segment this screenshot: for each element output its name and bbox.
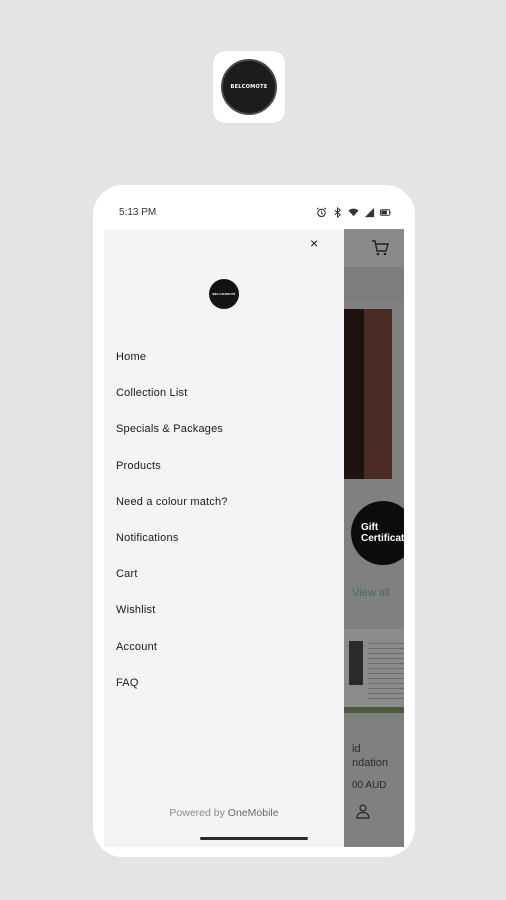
wishlist-heart-icon[interactable]: ♡: [390, 711, 401, 725]
powered-by-brand: OneMobile: [227, 807, 279, 819]
powered-by-footer: Powered by OneMobile: [104, 807, 344, 819]
view-all-link[interactable]: View all: [352, 587, 390, 599]
product-price: 00 AUD: [352, 780, 387, 791]
menu-item-colour-match[interactable]: Need a colour match?: [116, 484, 336, 520]
menu-item-wishlist[interactable]: Wishlist: [116, 592, 336, 628]
gift-certificate-badge: Gift Certificat: [351, 501, 404, 565]
menu-item-specials-packages[interactable]: Specials & Packages: [116, 411, 336, 447]
product-name-line-1: id: [352, 743, 361, 755]
menu-item-products[interactable]: Products: [116, 448, 336, 484]
phone-frame: 5:13 PM Gift Certificat View all ♡ id nd…: [93, 185, 415, 857]
app-screen: Gift Certificat View all ♡ id ndation 00…: [104, 229, 404, 847]
app-icon: BELCOMOTE: [213, 51, 285, 123]
home-indicator[interactable]: [200, 837, 308, 840]
menu-item-account[interactable]: Account: [116, 629, 336, 665]
close-drawer-button[interactable]: ×: [310, 235, 318, 251]
signal-icon: [364, 207, 375, 217]
status-bar: 5:13 PM: [119, 205, 391, 219]
menu-item-collection-list[interactable]: Collection List: [116, 375, 336, 411]
battery-icon: [380, 208, 391, 216]
menu-item-cart[interactable]: Cart: [116, 556, 336, 592]
powered-by-text: Powered by: [169, 807, 225, 819]
alarm-icon: [316, 207, 327, 217]
bg-product-image: [344, 629, 404, 713]
drawer-logo-text: BELCOMOTE: [212, 292, 236, 296]
drawer-menu: Home Collection List Specials & Packages…: [116, 339, 336, 701]
user-icon[interactable]: [355, 803, 371, 819]
menu-item-notifications[interactable]: Notifications: [116, 520, 336, 556]
navigation-drawer: × BELCOMOTE Home Collection List Special…: [104, 229, 344, 847]
status-icons: [316, 206, 391, 218]
gift-line-1: Gift: [361, 522, 379, 533]
wifi-icon: [348, 208, 359, 216]
menu-item-home[interactable]: Home: [116, 339, 336, 375]
bluetooth-icon: [334, 206, 342, 218]
logo-text: BELCOMOTE: [230, 84, 268, 90]
drawer-brand-logo: BELCOMOTE: [209, 279, 239, 309]
menu-item-faq[interactable]: FAQ: [116, 665, 336, 701]
cart-icon[interactable]: [371, 239, 389, 257]
gift-line-2: Certificat: [361, 533, 404, 544]
status-time: 5:13 PM: [119, 206, 157, 218]
bg-hero-image: [344, 309, 392, 479]
brand-logo: BELCOMOTE: [221, 59, 277, 115]
product-name-line-2: ndation: [352, 757, 389, 769]
